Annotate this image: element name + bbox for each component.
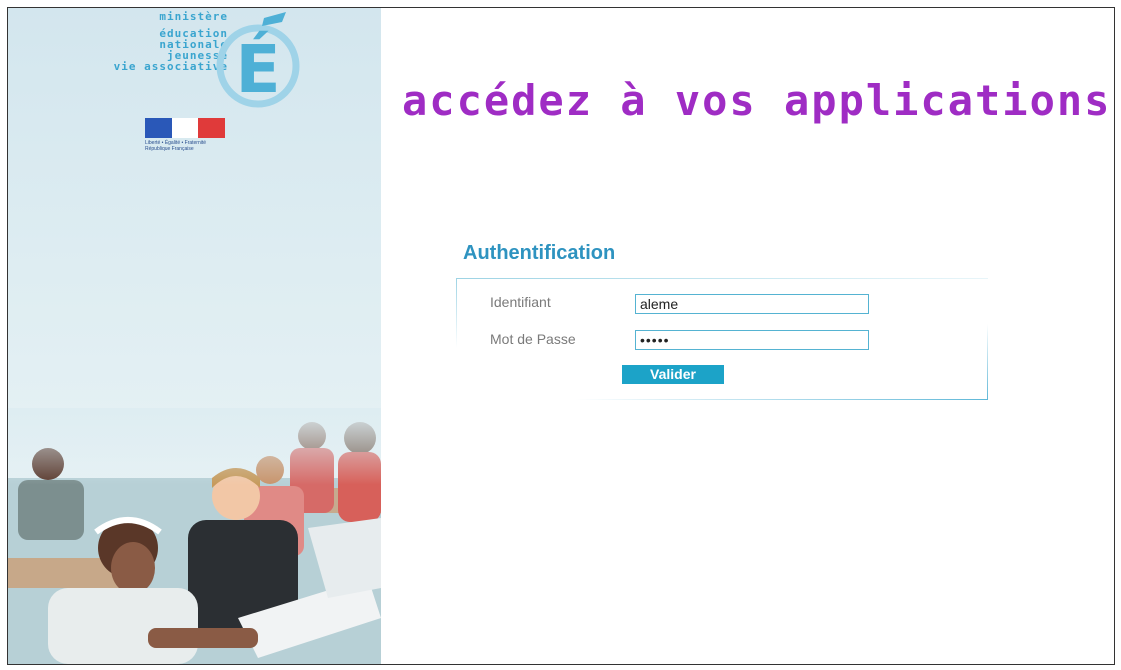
flag-republic: République Française — [145, 146, 194, 152]
submit-button[interactable]: Valider — [622, 365, 724, 384]
auth-title: Authentification — [463, 242, 616, 264]
login-page: ministère éducation nationale jeunesse v… — [7, 7, 1115, 665]
password-input[interactable] — [635, 330, 869, 350]
panel-border-right — [987, 324, 988, 400]
panel-border-top — [456, 278, 988, 279]
password-label: Mot de Passe — [490, 331, 576, 347]
flag-caption: Liberté • Égalité • Fraternité Républiqu… — [145, 140, 225, 152]
panel-border-bottom — [576, 399, 988, 400]
username-input[interactable] — [635, 294, 869, 314]
username-label: Identifiant — [490, 294, 551, 310]
panel-border-left — [456, 278, 457, 348]
logo-letter: É — [235, 30, 280, 108]
classroom-children-image — [8, 408, 381, 664]
ministry-logo: ministère éducation nationale jeunesse v… — [80, 8, 310, 108]
marianne-flag-icon — [145, 118, 225, 138]
e-letter-icon: É — [216, 12, 300, 108]
page-headline: accédez à vos applications — [402, 76, 1112, 125]
sidebar: ministère éducation nationale jeunesse v… — [8, 8, 381, 664]
